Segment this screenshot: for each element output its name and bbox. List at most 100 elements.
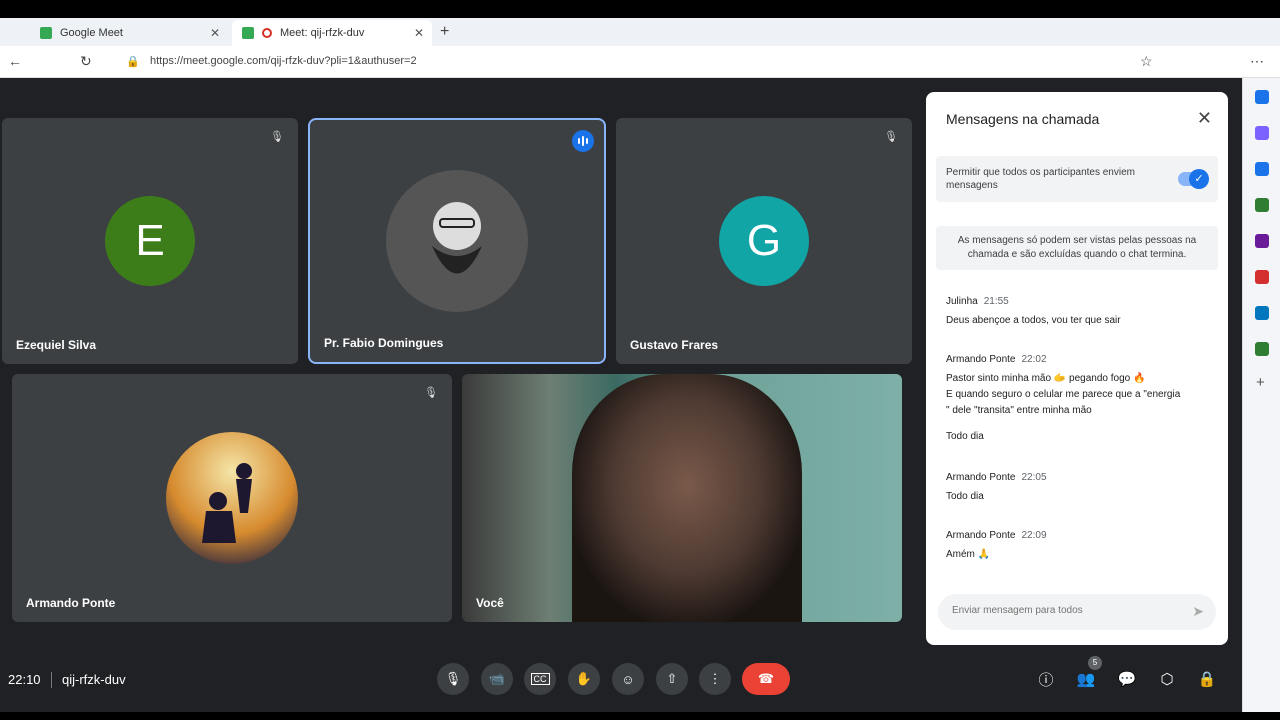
camera-button[interactable]: 📹 <box>481 663 513 695</box>
info-icon: ⓘ <box>1038 671 1054 689</box>
address-bar: ← ↻ 🔒 https://meet.google.com/qij-rfzk-d… <box>0 46 1280 78</box>
meeting-code: qij-rfzk-duv <box>62 672 126 687</box>
chat-message: Armando Ponte 22:05 Todo dia <box>946 472 1047 505</box>
favorites-icon[interactable]: ☆ <box>1140 53 1153 70</box>
chat-panel: Mensagens na chamada ✕ Permitir que todo… <box>926 92 1228 645</box>
participant-name: Ezequiel Silva <box>16 338 97 352</box>
message-sender: Armando Ponte <box>946 530 1016 541</box>
emoji-button[interactable]: ☺ <box>612 663 644 695</box>
tab-label: Meet: qij-rfzk-duv <box>280 27 365 39</box>
silhouette-photo-icon <box>202 463 252 543</box>
message-sender: Armando Ponte <box>946 354 1016 365</box>
reload-icon[interactable]: ↻ <box>80 53 92 70</box>
microphone-icon: 🎙 <box>444 671 462 686</box>
allow-messages-toggle[interactable]: ✓ <box>1178 169 1209 189</box>
message-time: 22:09 <box>1021 530 1047 541</box>
participant-name: Gustavo Frares <box>630 338 719 352</box>
chat-icon: 💬 <box>1117 671 1137 688</box>
info-button[interactable]: ⓘ <box>1035 668 1057 690</box>
host-controls-button[interactable]: 🔒 <box>1196 668 1218 690</box>
copilot-icon[interactable] <box>1255 126 1269 140</box>
more-icon[interactable]: ⋯ <box>1250 53 1264 70</box>
search-icon[interactable] <box>1255 90 1269 104</box>
os-top-bar <box>0 0 1280 18</box>
url-field[interactable]: https://meet.google.com/qij-rfzk-duv?pli… <box>150 55 417 67</box>
participant-tile[interactable]: 🎙 E Ezequiel Silva <box>2 118 298 364</box>
tools-icon[interactable] <box>1255 198 1269 212</box>
captions-button[interactable]: CC <box>524 663 556 695</box>
self-video-feed <box>572 374 802 622</box>
people-button[interactable]: 👥 <box>1075 668 1097 690</box>
raise-hand-button[interactable]: ✋ <box>568 663 600 695</box>
recording-icon <box>262 28 272 38</box>
meet-favicon-icon <box>40 27 52 39</box>
speaking-indicator-icon <box>572 130 594 152</box>
participant-tile[interactable]: 🎙 G Gustavo Frares <box>616 118 912 364</box>
chat-title: Mensagens na chamada <box>946 111 1100 127</box>
mic-off-icon: 🎙 <box>424 387 438 399</box>
avatar <box>386 170 528 312</box>
back-icon[interactable]: ← <box>8 53 22 69</box>
meeting-time: 22:10 <box>8 672 41 687</box>
lock-icon: 🔒 <box>126 56 140 68</box>
participant-count-badge: 5 <box>1088 656 1102 670</box>
chat-button[interactable]: 💬 <box>1116 668 1138 690</box>
message-sender: Armando Ponte <box>946 472 1016 483</box>
end-call-button[interactable]: ☎ <box>742 663 790 695</box>
send-icon[interactable]: ➤ <box>1192 603 1204 620</box>
participant-name: Armando Ponte <box>26 596 116 610</box>
self-video-tile[interactable]: Você <box>462 374 902 622</box>
os-bottom-bar <box>0 712 1280 720</box>
message-line: Deus abençoe a todos, vou ter que sair <box>946 315 1121 326</box>
message-line: E quando seguro o celular me parece que … <box>946 389 1181 400</box>
games-icon[interactable] <box>1255 234 1269 248</box>
add-icon[interactable]: + <box>1256 374 1265 391</box>
shopping-icon[interactable] <box>1255 162 1269 176</box>
more-options-button[interactable]: ⋮ <box>699 663 731 695</box>
chat-message: Julinha 21:55 Deus abençoe a todos, vou t… <box>946 296 1121 329</box>
mic-off-icon: 🎙 <box>270 131 284 143</box>
chat-info-text: As mensagens só podem ser vistas pelas p… <box>936 226 1218 270</box>
message-line <box>946 419 1180 429</box>
participant-tile[interactable]: 🎙 Armando Ponte <box>12 374 452 622</box>
participant-name: Você <box>476 596 504 610</box>
mic-off-icon: 🎙 <box>884 131 898 143</box>
present-button[interactable]: ⇧ <box>656 663 688 695</box>
participant-tile-speaking[interactable]: Pr. Fabio Domingues <box>308 118 606 364</box>
tab-meet-call[interactable]: Meet: qij-rfzk-duv ✕ <box>232 20 432 46</box>
message-line: Todo dia <box>946 431 984 442</box>
phone-hangup-icon: ☎ <box>757 671 775 686</box>
new-tab-icon[interactable]: + <box>440 23 449 41</box>
close-icon[interactable]: ✕ <box>1197 108 1212 129</box>
allow-messages-label: Permitir que todos os participantes envi… <box>946 167 1135 191</box>
tab-label: Google Meet <box>60 27 123 39</box>
message-line: " dele "transita" entre minha mão <box>946 405 1092 416</box>
hand-icon: ✋ <box>575 671 593 686</box>
tab-google-meet[interactable]: Google Meet ✕ <box>30 20 228 46</box>
message-sender: Julinha <box>946 296 978 307</box>
close-tab-icon[interactable]: ✕ <box>414 26 424 40</box>
message-line: Amém 🙏 <box>946 549 991 560</box>
close-tab-icon[interactable]: ✕ <box>210 26 220 40</box>
lock-person-icon: 🔒 <box>1197 671 1217 688</box>
chat-input[interactable] <box>952 605 1172 616</box>
avatar: G <box>719 196 809 286</box>
check-icon: ✓ <box>1189 169 1209 189</box>
message-line: Todo dia <box>946 491 984 502</box>
office-icon[interactable] <box>1255 270 1269 284</box>
tree-icon[interactable] <box>1255 342 1269 356</box>
emoji-icon: ☺ <box>621 671 635 687</box>
more-vert-icon: ⋮ <box>708 671 722 686</box>
tab-strip: Google Meet ✕ Meet: qij-rfzk-duv ✕ + <box>0 18 1280 46</box>
meet-favicon-icon <box>242 27 254 39</box>
chat-message: Armando Ponte 22:09 Amém 🙏 <box>946 530 1047 563</box>
microphone-button[interactable]: 🎙 <box>437 663 469 695</box>
chat-composer: ➤ <box>938 594 1216 630</box>
message-time: 22:02 <box>1021 354 1047 365</box>
people-icon: 👥 <box>1076 671 1096 688</box>
message-line: Pastor sinto minha mão 🫱 pegando fogo 🔥 <box>946 373 1146 384</box>
camera-icon: 📹 <box>488 671 506 686</box>
message-time: 22:05 <box>1021 472 1047 483</box>
outlook-icon[interactable] <box>1255 306 1269 320</box>
activities-button[interactable]: ⬡ <box>1156 668 1178 690</box>
